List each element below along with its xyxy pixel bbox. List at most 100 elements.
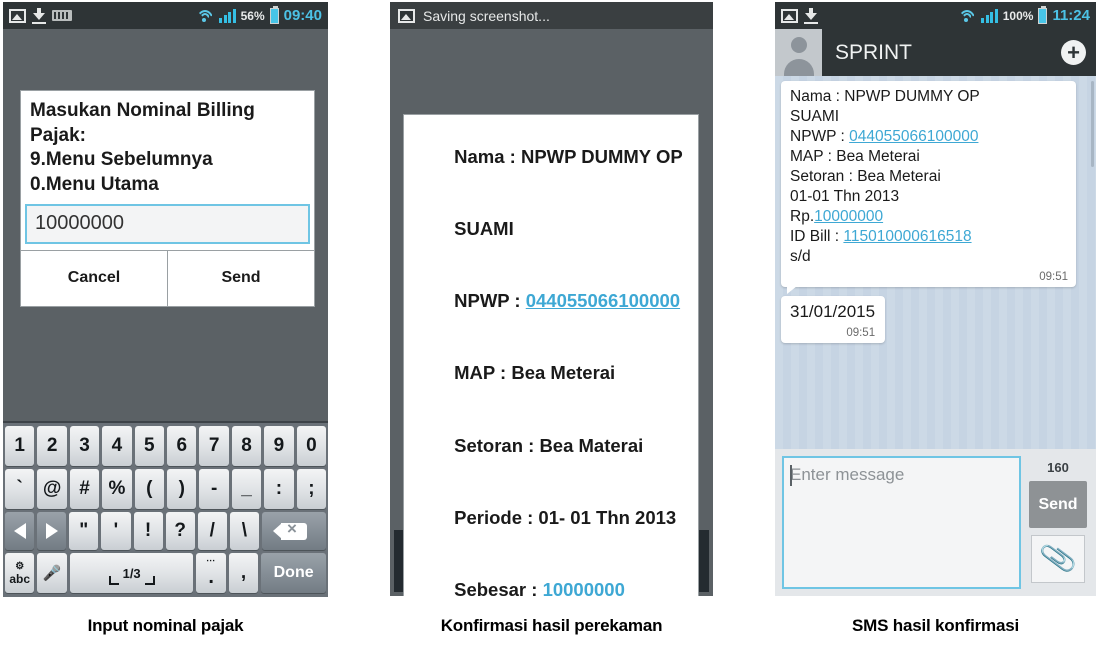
key-hyphen[interactable]: - bbox=[199, 469, 229, 509]
message-line: Setoran : Bea Meterai bbox=[790, 167, 1068, 187]
period-label: . bbox=[208, 565, 214, 588]
message-list[interactable]: Nama : NPWP DUMMY OP SUAMI NPWP : 044055… bbox=[775, 76, 1096, 449]
nominal-input[interactable]: 10000000 bbox=[25, 203, 310, 244]
dialog-message: Nama : NPWP DUMMY OP SUAMI NPWP : 044055… bbox=[404, 115, 698, 596]
ussd-dialog-1: Masukan Nominal Billing Pajak: 9.Menu Se… bbox=[20, 90, 315, 307]
key-semicolon[interactable]: ; bbox=[296, 469, 327, 509]
key-hash[interactable]: # bbox=[69, 469, 100, 509]
key-1[interactable]: 1 bbox=[5, 426, 35, 466]
key-at[interactable]: @ bbox=[37, 469, 67, 509]
message-bubble-incoming[interactable]: Nama : NPWP DUMMY OP SUAMI NPWP : 044055… bbox=[781, 81, 1076, 294]
arrow-right-icon[interactable] bbox=[37, 512, 67, 550]
key-paren-close[interactable]: ) bbox=[167, 469, 197, 509]
message-timestamp: 09:51 bbox=[1039, 270, 1068, 283]
key-7[interactable]: 7 bbox=[199, 426, 229, 466]
amount-link[interactable]: 10000000 bbox=[543, 579, 625, 596]
signal-bars-icon bbox=[981, 8, 998, 23]
key-double-quote[interactable]: " bbox=[69, 512, 99, 550]
message-line: Nama : NPWP DUMMY OP bbox=[790, 87, 1068, 107]
key-backtick[interactable]: ` bbox=[5, 469, 35, 509]
key-6[interactable]: 6 bbox=[167, 426, 197, 466]
status-bar: 100% 11:24 bbox=[775, 2, 1096, 29]
contact-avatar[interactable] bbox=[775, 29, 822, 76]
message-line-label: MAP : Bea Meterai bbox=[790, 147, 920, 165]
dialog-message: Masukan Nominal Billing Pajak: 9.Menu Se… bbox=[21, 91, 314, 200]
dialog-buttons: Cancel Send bbox=[21, 249, 314, 306]
keyboard-icon bbox=[52, 10, 72, 21]
ussd-dialog-2: Nama : NPWP DUMMY OP SUAMI NPWP : 044055… bbox=[403, 114, 699, 596]
status-bar: 56% 09:40 bbox=[3, 2, 328, 29]
key-colon[interactable]: : bbox=[264, 469, 294, 509]
attach-button[interactable]: 📎 bbox=[1031, 535, 1085, 583]
key-8[interactable]: 8 bbox=[231, 426, 262, 466]
dialog-line: Periode : 01- 01 Thn 2013 bbox=[413, 482, 689, 554]
id-bill-link[interactable]: 115010000616518 bbox=[843, 228, 971, 245]
message-line: NPWP : 044055066100000 bbox=[790, 127, 1068, 147]
message-line: MAP : Bea Meterai bbox=[790, 147, 1068, 167]
message-input[interactable]: Enter message bbox=[782, 456, 1021, 589]
key-5[interactable]: 5 bbox=[134, 426, 165, 466]
key-question[interactable]: ? bbox=[165, 512, 195, 550]
backspace-icon[interactable] bbox=[262, 512, 327, 550]
status-bar-right-icons: 56% 09:40 bbox=[196, 5, 322, 24]
signal-bars-icon bbox=[219, 8, 236, 23]
key-3[interactable]: 3 bbox=[69, 426, 100, 466]
cancel-button[interactable]: Cancel bbox=[21, 250, 168, 306]
clock-label: 09:40 bbox=[283, 7, 322, 24]
more-symbols-icon: ⋯ bbox=[206, 555, 217, 565]
message-line: s/d bbox=[790, 247, 1068, 267]
done-button[interactable]: Done bbox=[261, 553, 326, 593]
message-line: ID Bill : 115010000616518 bbox=[790, 227, 1068, 247]
message-line-label: ID Bill : bbox=[790, 227, 844, 245]
download-icon bbox=[804, 7, 818, 24]
scrollbar[interactable] bbox=[1091, 81, 1094, 167]
key-underscore[interactable]: _ bbox=[231, 469, 262, 509]
battery-percent-label: 56% bbox=[240, 8, 265, 23]
dialog-line: 0.Menu Utama bbox=[30, 174, 159, 196]
key-backslash[interactable]: \ bbox=[229, 512, 259, 550]
dialog-line: Masukan Nominal Billing bbox=[30, 100, 255, 121]
message-timestamp: 09:51 bbox=[846, 326, 876, 339]
key-slash[interactable]: / bbox=[197, 512, 227, 550]
dialog-line-label: Periode : 01- 01 Thn 2013 bbox=[454, 506, 677, 528]
key-0[interactable]: 0 bbox=[296, 426, 327, 466]
add-contact-button[interactable]: + bbox=[1061, 40, 1086, 65]
screenshot-panel-2: Saving screenshot... ))) Speaker Mute 🙂 … bbox=[390, 2, 713, 596]
dialog-line-label: SUAMI bbox=[454, 218, 514, 240]
key-percent[interactable]: % bbox=[102, 469, 132, 509]
key-9[interactable]: 9 bbox=[264, 426, 294, 466]
conversation-header: SPRINT + bbox=[775, 29, 1096, 76]
key-exclamation[interactable]: ! bbox=[133, 512, 163, 550]
keyboard-row-symbols: ` @ # % ( ) - _ : ; bbox=[5, 469, 327, 509]
dialog-line-label: Setoran : Bea Materai bbox=[454, 434, 644, 456]
key-2[interactable]: 2 bbox=[37, 426, 67, 466]
voice-input-icon[interactable]: 🎤 bbox=[37, 553, 67, 593]
space-page-indicator: 1/3 bbox=[108, 566, 155, 585]
caption-1: Input nominal pajak bbox=[87, 616, 244, 635]
npwp-link[interactable]: 044055066100000 bbox=[849, 128, 978, 145]
npwp-link[interactable]: 044055066100000 bbox=[526, 290, 680, 311]
key-apostrophe[interactable]: ' bbox=[101, 512, 131, 550]
key-comma[interactable]: , bbox=[228, 553, 259, 593]
gear-icon: ⚙ bbox=[15, 560, 25, 572]
dialog-line: Setoran : Bea Materai bbox=[413, 410, 689, 482]
saving-screenshot-label: Saving screenshot... bbox=[423, 7, 550, 24]
caption-3: SMS hasil konfirmasi bbox=[852, 616, 1019, 635]
amount-link[interactable]: 10000000 bbox=[814, 208, 883, 225]
key-4[interactable]: 4 bbox=[102, 426, 132, 466]
message-bubble-incoming[interactable]: 31/01/2015 09:51 bbox=[781, 295, 886, 343]
status-bar-right-icons: 100% 11:24 bbox=[958, 5, 1090, 24]
attachment-icon: 📎 bbox=[1037, 539, 1079, 578]
arrow-left-icon[interactable] bbox=[5, 512, 35, 550]
dialog-line-label: MAP : Bea Meterai bbox=[454, 362, 616, 384]
key-period[interactable]: ⋯ . bbox=[196, 553, 226, 593]
space-key[interactable]: 1/3 bbox=[69, 553, 194, 593]
dialog-line-label: Nama : NPWP DUMMY OP bbox=[454, 146, 683, 168]
send-button[interactable]: Send bbox=[168, 251, 314, 306]
send-button[interactable]: Send bbox=[1029, 481, 1087, 528]
key-paren-open[interactable]: ( bbox=[134, 469, 165, 509]
message-line: 31/01/2015 bbox=[790, 301, 876, 321]
message-line-label: Rp. bbox=[790, 207, 815, 225]
message-line-label: Nama : NPWP DUMMY OP bbox=[790, 88, 980, 105]
abc-mode-button[interactable]: ⚙ abc bbox=[5, 553, 35, 593]
